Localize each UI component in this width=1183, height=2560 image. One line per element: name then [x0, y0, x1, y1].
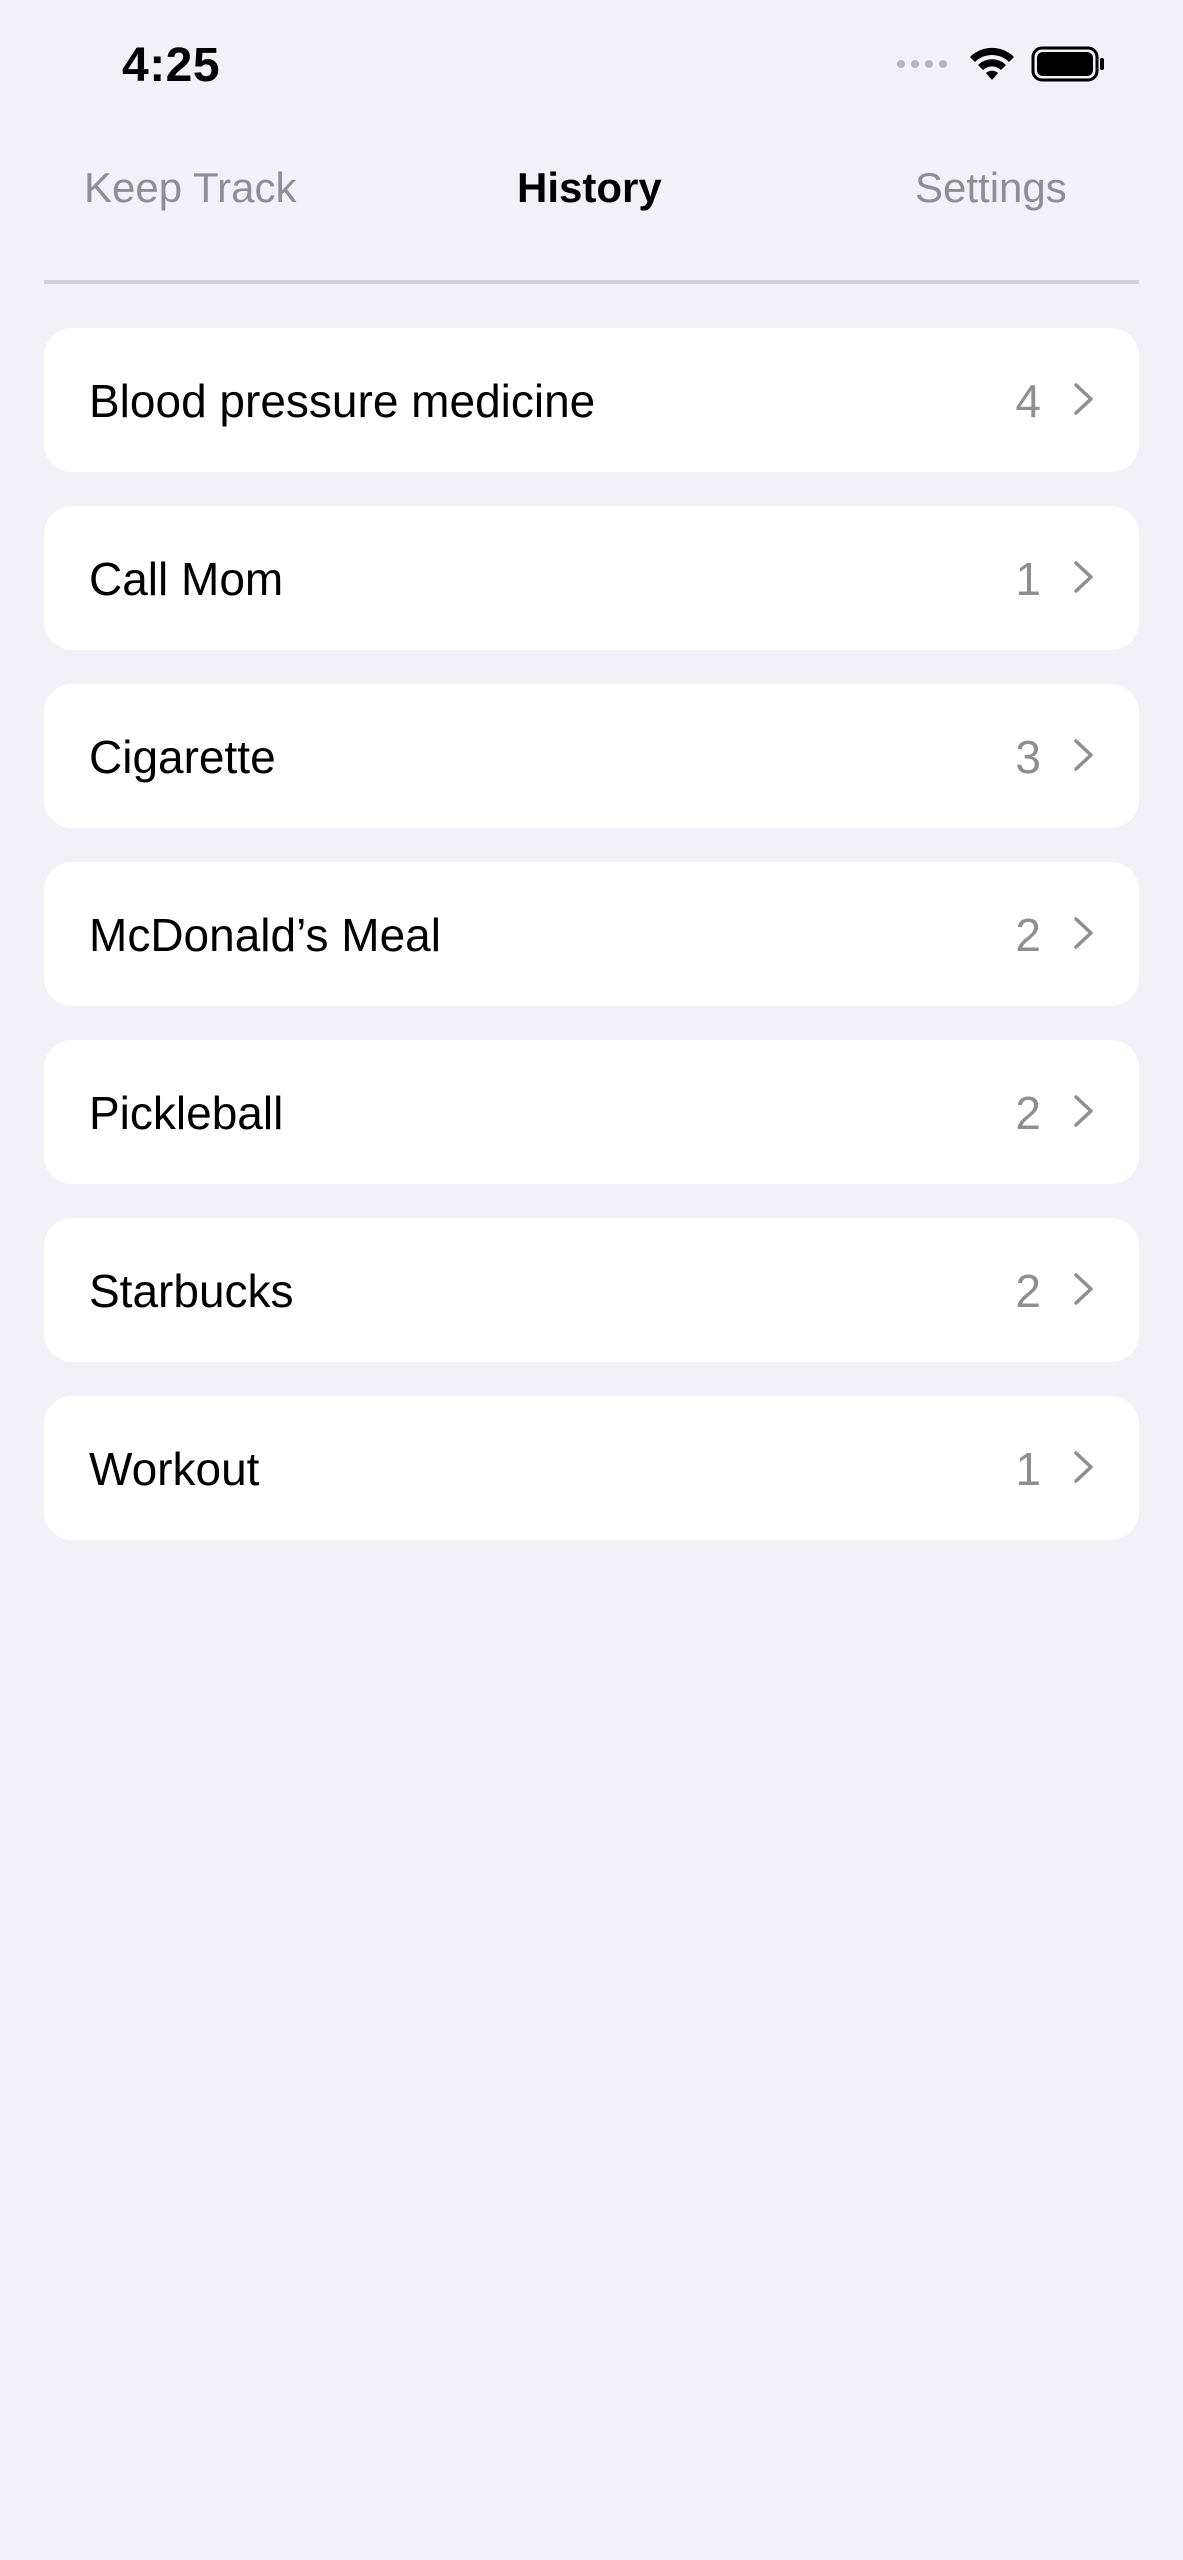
- chevron-right-icon: [1074, 917, 1093, 949]
- signal-dots-icon: [897, 60, 947, 68]
- row-count: 3: [1015, 731, 1041, 783]
- row-count: 2: [1015, 1265, 1041, 1317]
- chevron-right-icon: [1074, 1451, 1093, 1483]
- row-label: Cigarette: [89, 731, 276, 783]
- history-row-starbucks[interactable]: Starbucks 2: [44, 1218, 1139, 1362]
- history-row-pickleball[interactable]: Pickleball 2: [44, 1040, 1139, 1184]
- tab-keep-track[interactable]: Keep Track: [84, 164, 296, 212]
- chevron-right-icon: [1074, 1095, 1093, 1127]
- status-icons: [897, 46, 1107, 82]
- row-label: Call Mom: [89, 553, 284, 605]
- row-count: 4: [1015, 375, 1041, 427]
- battery-icon: [1031, 46, 1104, 82]
- status-bar: 4:25: [0, 0, 1183, 140]
- chevron-right-icon: [1074, 739, 1093, 771]
- row-label: Blood pressure medicine: [89, 375, 596, 427]
- chevron-right-icon: [1074, 561, 1093, 593]
- chevron-right-icon: [1074, 383, 1093, 415]
- row-count: 2: [1015, 909, 1041, 961]
- row-count: 2: [1015, 1087, 1041, 1139]
- history-row-blood-pressure-medicine[interactable]: Blood pressure medicine 4: [44, 328, 1139, 472]
- row-label: Starbucks: [89, 1265, 294, 1317]
- tab-settings[interactable]: Settings: [915, 164, 1067, 212]
- history-row-workout[interactable]: Workout 1: [44, 1396, 1139, 1540]
- row-label: Workout: [89, 1443, 260, 1495]
- row-label: Pickleball: [89, 1087, 284, 1139]
- history-row-mcdonalds-meal[interactable]: McDonald’s Meal 2: [44, 862, 1139, 1006]
- row-label: McDonald’s Meal: [89, 909, 441, 961]
- row-count: 1: [1015, 553, 1041, 605]
- chevron-right-icon: [1074, 1273, 1093, 1305]
- tab-history[interactable]: History: [517, 164, 662, 212]
- status-time: 4:25: [122, 39, 221, 92]
- wifi-icon: [970, 47, 1014, 80]
- nav-tabs: Keep Track History Settings: [44, 150, 1139, 284]
- history-row-call-mom[interactable]: Call Mom 1: [44, 506, 1139, 650]
- history-row-cigarette[interactable]: Cigarette 3: [44, 684, 1139, 828]
- history-list: Blood pressure medicine 4 Call Mom 1 Cig…: [44, 328, 1139, 1574]
- row-count: 1: [1015, 1443, 1041, 1495]
